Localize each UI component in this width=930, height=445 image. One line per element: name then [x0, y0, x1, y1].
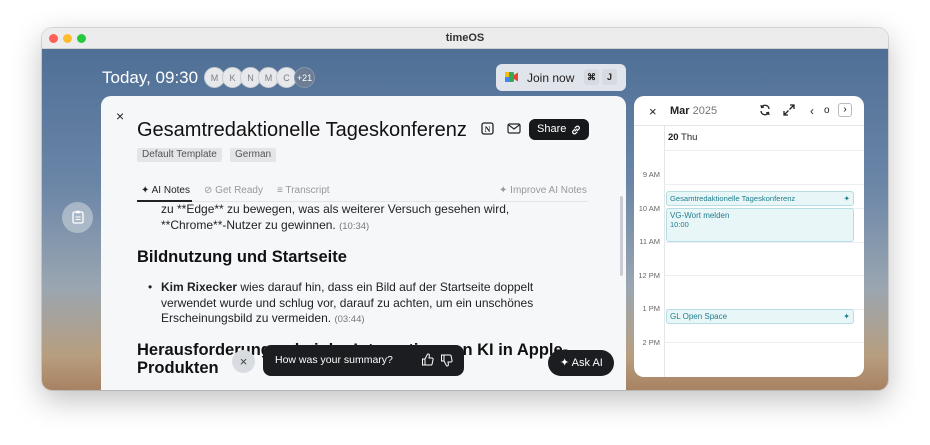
hour-label: 11 AM — [639, 237, 660, 246]
cmd-key: ⌘ — [584, 69, 599, 85]
tab-ai-notes[interactable]: ✦ AI Notes — [141, 185, 190, 196]
tab-get-ready[interactable]: ⊘ Get Ready — [204, 185, 263, 196]
feedback-question: How was your summary? — [275, 354, 393, 366]
notion-button[interactable]: N — [481, 122, 494, 138]
meeting-notes-panel: × Gesamtredaktionelle Tageskonferenz N S… — [101, 96, 626, 390]
sparkle-icon: ✦ — [560, 357, 570, 369]
note-bullet: • Kim Rixecker wies darauf hin, dass ein… — [148, 280, 534, 325]
thumbs-down-button[interactable] — [440, 354, 453, 370]
chevron-right-icon: › — [843, 104, 847, 115]
expand-button[interactable] — [783, 104, 795, 119]
join-now-button[interactable]: Join now ⌘ J — [496, 64, 626, 91]
sparkle-icon: ✦ — [843, 194, 850, 203]
refresh-icon — [760, 104, 770, 116]
transcript-icon: ≡ — [277, 185, 283, 196]
hour-line — [664, 150, 864, 151]
thumbs-up-button[interactable] — [421, 353, 434, 369]
hour-line — [664, 242, 864, 243]
clipboard-button[interactable] — [62, 202, 93, 233]
chevron-left-icon: ‹ — [810, 104, 814, 118]
window-title: timeOS — [445, 32, 485, 44]
hour-label: 9 AM — [642, 170, 660, 179]
calendar-header-divider — [634, 125, 864, 126]
dismiss-feedback-button[interactable]: × — [232, 350, 255, 373]
expand-icon — [783, 104, 795, 116]
hour-label: 12 PM — [638, 271, 660, 280]
summary-feedback-bar: How was your summary? — [263, 345, 464, 376]
day-header: 20 Thu — [668, 132, 698, 143]
speaker-name: Kim Rixecker — [161, 280, 238, 294]
time-gutter-divider — [664, 125, 665, 377]
join-now-label: Join now — [527, 71, 575, 85]
note-paragraph: zu **Edge** zu bewegen, was als weiterer… — [161, 202, 510, 232]
scrollbar[interactable] — [620, 196, 623, 276]
hour-label: 1 PM — [642, 304, 660, 313]
title-bar: timeOS — [42, 28, 888, 49]
refresh-button[interactable] — [759, 104, 771, 119]
thumbs-up-icon — [422, 353, 434, 366]
next-day-button[interactable]: › — [838, 103, 852, 117]
app-window: timeOS Today, 09:30 M K N M C +21 Join n… — [42, 28, 888, 390]
template-tag[interactable]: Default Template — [137, 148, 222, 162]
mail-icon — [507, 123, 521, 134]
sparkle-icon: ✦ — [843, 312, 850, 321]
today-button[interactable]: o — [824, 105, 830, 116]
svg-text:N: N — [485, 125, 491, 134]
clipboard-icon — [71, 210, 84, 224]
google-meet-icon — [505, 72, 518, 82]
desktop-background: Today, 09:30 M K N M C +21 Join now ⌘ J — [42, 49, 888, 390]
timestamp-link[interactable]: (10:34) — [339, 221, 369, 232]
language-tag[interactable]: German — [230, 148, 277, 162]
hour-line — [664, 275, 864, 276]
share-button[interactable]: Share — [529, 119, 589, 140]
ask-ai-button[interactable]: ✦ Ask AI — [548, 350, 614, 376]
share-label: Share — [537, 123, 567, 135]
more-attendees-badge[interactable]: +21 — [294, 67, 315, 88]
notion-icon: N — [481, 122, 494, 135]
bullet-dot: • — [148, 280, 153, 294]
timestamp-link[interactable]: (03:44) — [334, 314, 364, 325]
hour-line — [664, 342, 864, 343]
check-circle-icon: ⊘ — [204, 185, 213, 196]
sparkle-icon: ✦ — [499, 185, 508, 196]
calendar-event[interactable]: GL Open Space ✦ — [666, 309, 854, 324]
calendar-event[interactable]: VG-Wort melden 10:00 — [666, 208, 854, 242]
event-time: 10:00 — [670, 220, 689, 229]
link-icon — [572, 125, 580, 135]
today-label: Today, 09:30 — [102, 68, 199, 87]
previous-day-button[interactable]: ‹ — [810, 104, 814, 118]
thumbs-down-icon — [441, 354, 453, 367]
calendar-event[interactable]: Gesamtredaktionelle Tageskonferenz ✦ — [666, 191, 854, 206]
calendar-month: Mar 2025 — [670, 105, 718, 117]
improve-ai-notes-button[interactable]: ✦ Improve AI Notes — [499, 185, 587, 196]
j-key: J — [602, 69, 617, 85]
section-heading: Bildnutzung und Startseite — [137, 248, 347, 266]
tab-transcript[interactable]: ≡ Transcript — [277, 185, 330, 196]
hour-label: 2 PM — [642, 338, 660, 347]
email-button[interactable] — [507, 122, 521, 137]
meeting-title: Gesamtredaktionelle Tageskonferenz — [137, 119, 467, 141]
close-panel-button[interactable]: × — [116, 108, 124, 124]
sparkle-icon: ✦ — [141, 185, 150, 196]
calendar-panel: × Mar 2025 ‹ o › 20 Thu 9 AM 10 AM 11 AM… — [634, 96, 864, 377]
close-calendar-button[interactable]: × — [649, 104, 657, 119]
hour-label: 10 AM — [638, 204, 660, 213]
hour-line — [664, 184, 864, 185]
